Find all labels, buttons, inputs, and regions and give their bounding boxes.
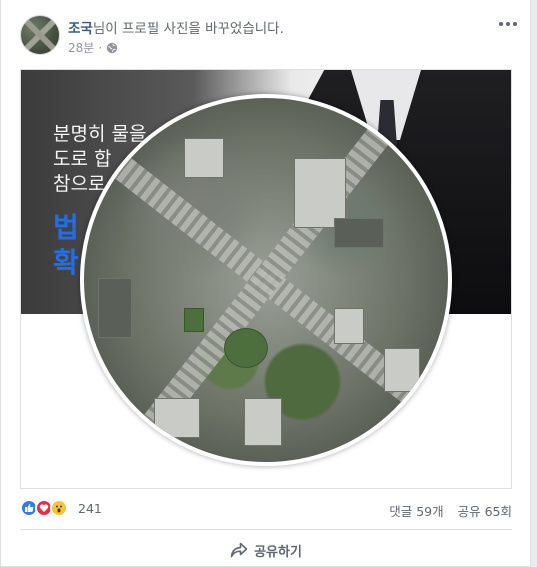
cover-blue-line: 법 [53, 211, 79, 244]
divider [20, 529, 512, 530]
building-graphic [98, 278, 132, 338]
building-graphic [244, 398, 282, 446]
comment-count[interactable]: 댓글 59개 [389, 501, 443, 520]
building-graphic [334, 308, 364, 344]
wow-icon [50, 499, 68, 517]
post-timestamp[interactable]: 28분 [68, 39, 94, 56]
share-arrow-icon [230, 542, 248, 558]
meta-separator: · [98, 40, 103, 55]
share-count[interactable]: 공유 65회 [458, 501, 512, 520]
building-graphic [154, 398, 200, 438]
more-icon[interactable] [496, 15, 520, 33]
post-stats: 241 댓글 59개 공유 65회 [20, 498, 512, 520]
globe-icon[interactable] [106, 42, 118, 54]
engagement-counts: 댓글 59개 공유 65회 [389, 501, 512, 520]
author-name[interactable]: 조국 [68, 21, 93, 37]
building-graphic [184, 138, 224, 178]
profile-photo-preview[interactable]: 분명히 물을 도로 합 참으로 법 확 [20, 69, 512, 489]
park-graphic [184, 308, 204, 332]
share-label: 공유하기 [254, 544, 302, 560]
post-header: 조국님이 프로필 사진을 바꾸었습니다. 28분 · [20, 15, 520, 59]
post-meta: 28분 · [68, 39, 118, 56]
building-graphic [384, 348, 420, 392]
profile-picture-circle [80, 94, 452, 466]
reactions[interactable] [20, 499, 68, 517]
building-graphic [334, 218, 384, 248]
post-title-line: 조국님이 프로필 사진을 바꾸었습니다. [68, 17, 284, 37]
cover-blue-text: 법 확 [53, 210, 79, 280]
share-button[interactable]: 공유하기 [20, 534, 512, 566]
post-card: 조국님이 프로필 사진을 바꾸었습니다. 28분 · 분명히 물을 도로 합 참… [0, 0, 531, 567]
avatar[interactable] [20, 15, 60, 55]
post-action-text: 님이 프로필 사진을 바꾸었습니다. [92, 21, 284, 37]
cover-blue-line: 확 [53, 246, 79, 279]
park-graphic [224, 328, 268, 368]
reaction-count[interactable]: 241 [78, 501, 102, 516]
